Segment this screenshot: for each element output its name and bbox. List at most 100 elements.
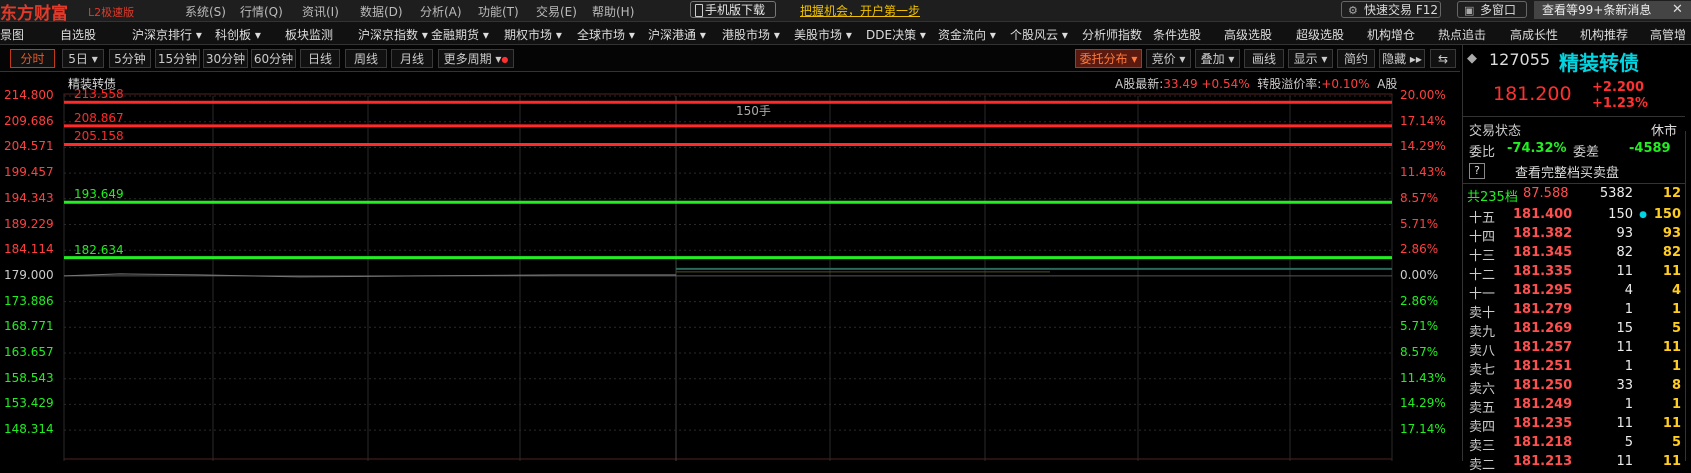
y-tick-left: 168.771 [4,319,54,334]
nav-item-sector-monitor[interactable]: 板块监测 [285,26,333,43]
auction-button[interactable]: 竞价 ▾ [1146,49,1191,68]
nav-item-global[interactable]: 全球市场 ▾ [577,26,635,43]
ask-row[interactable]: 十三 181.345 82 82 [1463,245,1685,264]
multi-window-label: 多窗口 [1480,3,1517,17]
order-distribution-button[interactable]: 委托分布 ▾ [1075,49,1142,68]
ask-row[interactable]: 卖十 181.279 1 1 [1463,302,1685,321]
ask-level: 十五 [1469,211,1496,226]
nav-item-inst-recommend[interactable]: 机构推荐 [1580,26,1628,43]
period-tab-intraday[interactable]: 分时 [10,49,55,68]
ask-row[interactable]: 十一 181.295 4 4 [1463,283,1685,302]
menu-analysis[interactable]: 分析(A) [420,3,462,20]
ask-row[interactable]: 十二 181.335 11 11 [1463,264,1685,283]
ask-row[interactable]: 卖二 181.213 11 11 [1463,454,1685,473]
total-label: 共235档 [1467,190,1518,205]
ask-row[interactable]: 卖九 181.269 15 5 [1463,321,1685,340]
menu-functions[interactable]: 功能(T) [478,3,519,20]
nav-item-fund-flow[interactable]: 资金流向 ▾ [938,26,996,43]
ask-row[interactable]: 十四 181.382 93 93 [1463,226,1685,245]
nav-item-panorama[interactable]: 景图 [0,26,24,43]
ask-row[interactable]: 卖五 181.249 1 1 [1463,397,1685,416]
draw-line-button[interactable]: 画线 [1244,49,1284,68]
period-tab-monthly[interactable]: 月线 [391,49,433,68]
period-tab-5min[interactable]: 5分钟 [109,49,151,68]
nav-item-growth[interactable]: 高成长性 [1510,26,1558,43]
ask-row[interactable]: 十五 181.400 150 150 ● [1463,207,1685,226]
nav-item-advanced-screener[interactable]: 高级选股 [1224,26,1272,43]
nav-item-us[interactable]: 美股市场 ▾ [794,26,852,43]
ask-price: 181.235 [1513,416,1573,431]
multi-window-button[interactable]: ▣ 多窗口 [1457,1,1527,18]
ask-price: 181.249 [1513,397,1573,412]
period-tab-more[interactable]: 更多周期 ▾● [438,49,514,68]
full-depth-link[interactable]: 查看完整档买卖盘 [1515,162,1619,181]
nav-item-inst-increase[interactable]: 机构增仓 [1367,26,1415,43]
app-edition: L2极速版 [88,6,135,19]
side-scroll-strip[interactable] [1685,131,1691,461]
help-icon[interactable]: ? [1469,163,1485,179]
swap-icon[interactable]: ⇆ [1430,49,1456,68]
period-tab-30min[interactable]: 30分钟 [203,49,248,68]
menu-quotes[interactable]: 行情(Q) [240,3,283,20]
nav-item-screener[interactable]: 条件选股 [1153,26,1201,43]
ask-row[interactable]: 卖六 181.250 33 8 [1463,378,1685,397]
nav-item-hk[interactable]: 港股市场 ▾ [722,26,780,43]
ask-volume: 93 [1616,226,1633,241]
menu-system[interactable]: 系统(S) [185,3,226,20]
y-tick-right: 2.86% [1400,293,1439,308]
nav-item-analyst-index[interactable]: 分析师指数 [1082,26,1142,43]
nav-item-dde[interactable]: DDE决策 ▾ [866,26,926,43]
y-tick-right: 8.57% [1400,345,1439,359]
period-tab-60min[interactable]: 60分钟 [251,49,296,68]
period-tab-5day[interactable]: 5日 ▾ [62,49,104,68]
mobile-download-button[interactable]: 手机版下载 [690,1,776,18]
y-tick-left: 173.886 [4,293,54,308]
center-volume-label: 150手 [736,104,771,118]
hide-button[interactable]: 隐藏 ▸▸ [1379,49,1425,68]
ask-price: 181.279 [1513,302,1573,317]
y-tick-left: 163.657 [4,345,54,359]
simple-button[interactable]: 简约 [1337,49,1375,68]
ask-row[interactable]: 卖八 181.257 11 11 [1463,340,1685,359]
ask-row[interactable]: 卖四 181.235 11 11 [1463,416,1685,435]
nav-item-watchlist[interactable]: 自选股 [60,26,96,43]
close-icon[interactable]: ✕ [1672,1,1683,19]
menu-news[interactable]: 资讯(I) [302,3,339,20]
intraday-chart[interactable]: 精装转债 A股最新:33.49 +0.54% 转股溢价率:+0.10% A股 1… [0,72,1460,461]
quick-trade-button[interactable]: ⚙ 快速交易 F12 [1341,1,1441,18]
y-tick-right: 0.00% [1400,267,1439,282]
ask-level: 卖八 [1469,344,1496,359]
period-tab-daily[interactable]: 日线 [300,49,340,68]
window-icon: ▣ [1464,4,1475,17]
overlay-button[interactable]: 叠加 ▾ [1195,49,1240,68]
prev-stock-icon[interactable]: ◆ [1467,51,1477,66]
ask-row[interactable]: 卖三 181.218 5 5 [1463,435,1685,454]
ask-price: 181.218 [1513,435,1573,450]
nav-item-futures[interactable]: 金融期货 ▾ [431,26,489,43]
menu-help[interactable]: 帮助(H) [592,3,634,20]
nav-item-star-market[interactable]: 科创板 ▾ [215,26,261,43]
nav-item-options[interactable]: 期权市场 ▾ [504,26,562,43]
nav-item-stock-radar[interactable]: 个股风云 ▾ [1010,26,1068,43]
ask-row[interactable]: 卖七 181.251 1 1 [1463,359,1685,378]
menu-data[interactable]: 数据(D) [360,3,403,20]
nav-item-index[interactable]: 沪深京指数 ▾ [358,26,428,43]
promo-link[interactable]: 把握机会，开户第一步 [800,2,920,19]
nav-item-super-screener[interactable]: 超级选股 [1296,26,1344,43]
display-button[interactable]: 显示 ▾ [1288,49,1333,68]
app-logo: 东方财富 [0,4,68,24]
ask-price: 181.295 [1513,283,1573,298]
ask-level: 十一 [1469,287,1496,302]
nav-item-exec-holdings[interactable]: 高管增 [1650,26,1686,43]
nav-item-hot-chase[interactable]: 热点追击 [1438,26,1486,43]
period-tab-weekly[interactable]: 周线 [345,49,387,68]
nav-item-connect[interactable]: 沪深港通 ▾ [648,26,706,43]
nav-item-ranking[interactable]: 沪深京排行 ▾ [132,26,202,43]
messages-button[interactable]: 查看等99+条新消息 ✕ [1534,1,1691,19]
period-tab-15min[interactable]: 15分钟 [155,49,200,68]
y-tick-left: 214.800 [4,88,54,102]
ask-volume: 5 [1624,435,1633,450]
ask-price: 181.250 [1513,378,1573,393]
y-tick-right: 5.71% [1400,319,1439,334]
menu-trade[interactable]: 交易(E) [536,3,577,20]
